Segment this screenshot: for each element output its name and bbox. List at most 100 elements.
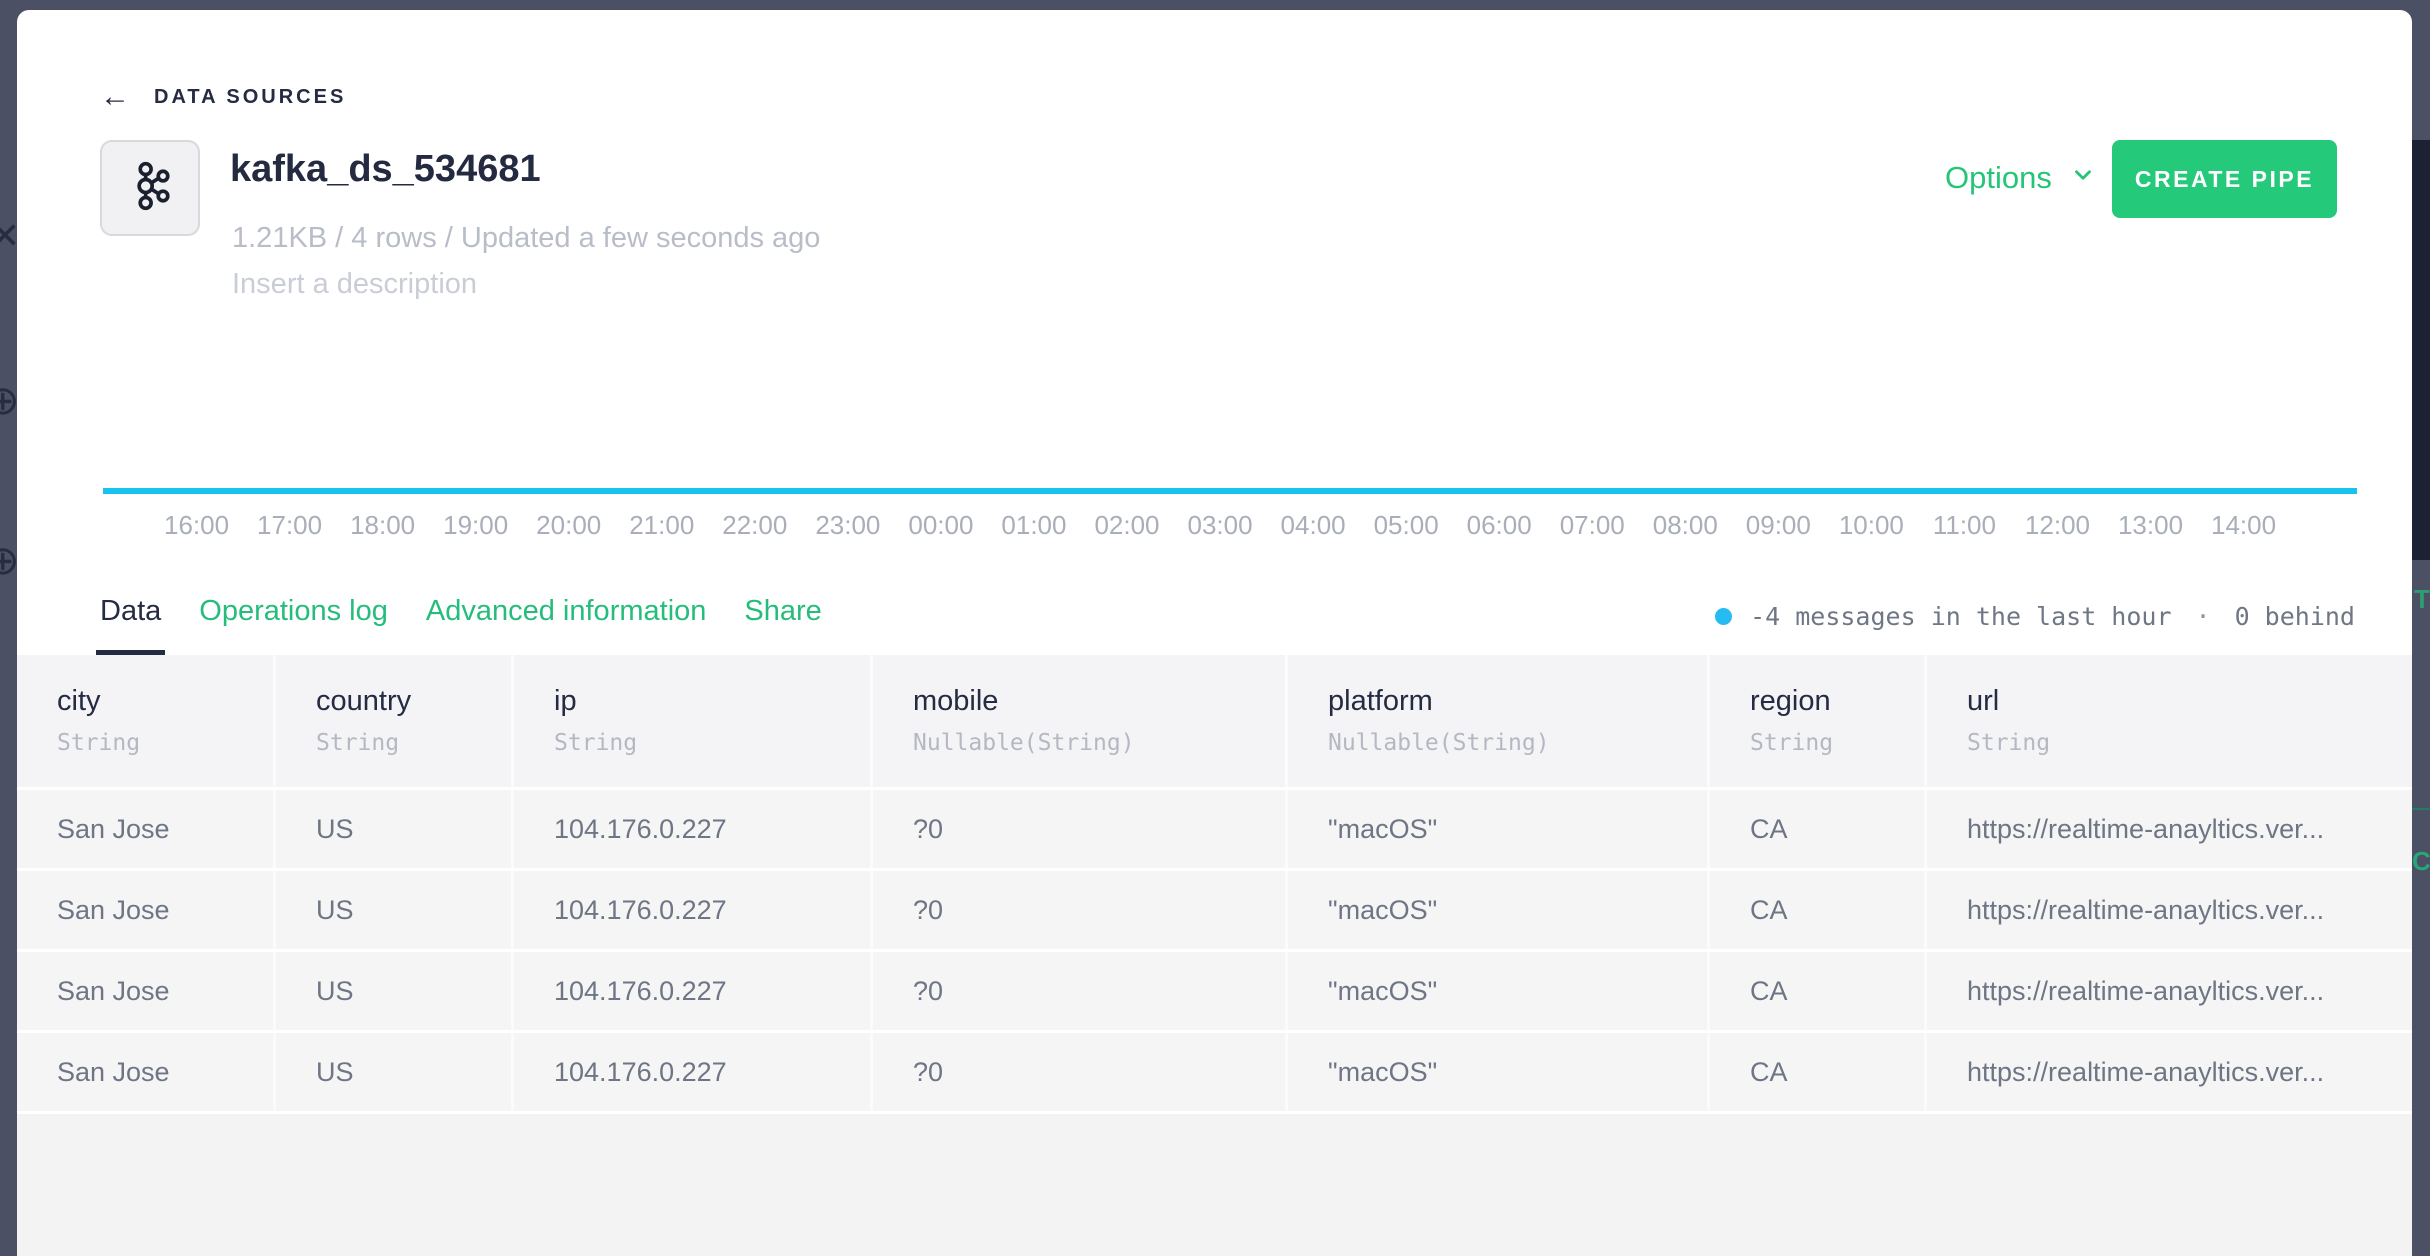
table-cell: "macOS" xyxy=(1285,790,1707,868)
table-cell: "macOS" xyxy=(1285,871,1707,949)
column-name: platform xyxy=(1328,685,1707,718)
datasource-icon-box xyxy=(100,140,200,236)
table-cell: https://realtime-anayltics.ver... xyxy=(1924,790,2412,868)
table-cell: San Jose xyxy=(17,1033,273,1111)
column-header-platform[interactable]: platform Nullable(String) xyxy=(1285,655,1707,787)
table-row: San JoseUS104.176.0.227?0"macOS"CAhttps:… xyxy=(17,952,2412,1030)
column-type: Nullable(String) xyxy=(913,730,1285,756)
column-header-city[interactable]: city String xyxy=(17,655,273,787)
axis-tick: 17:00 xyxy=(243,510,336,541)
axis-tick: 13:00 xyxy=(2104,510,2197,541)
column-header-region[interactable]: region String xyxy=(1707,655,1924,787)
tab-share[interactable]: Share xyxy=(744,595,821,648)
column-header-mobile[interactable]: mobile Nullable(String) xyxy=(870,655,1285,787)
column-type: String xyxy=(1750,730,1924,756)
page-title: kafka_ds_534681 xyxy=(230,148,541,191)
table-cell: https://realtime-anayltics.ver... xyxy=(1924,1033,2412,1111)
datasource-panel: ← DATA SOURCES kafka_ds_534681 1.21KB xyxy=(17,10,2412,1256)
table-cell: CA xyxy=(1707,952,1924,1030)
axis-tick: 21:00 xyxy=(615,510,708,541)
column-type: String xyxy=(57,730,273,756)
kafka-status: -4 messages in the last hour · 0 behind xyxy=(1715,602,2355,631)
column-name: region xyxy=(1750,685,1924,718)
axis-tick: 04:00 xyxy=(1267,510,1360,541)
axis-tick: 02:00 xyxy=(1080,510,1173,541)
table-cell: https://realtime-anayltics.ver... xyxy=(1924,952,2412,1030)
table-header-row: cityStringcountryStringipStringmobileNul… xyxy=(17,655,2412,787)
column-name: city xyxy=(57,685,273,718)
back-arrow-icon[interactable]: ← xyxy=(100,82,130,112)
axis-tick: 12:00 xyxy=(2011,510,2104,541)
table-cell: ?0 xyxy=(870,790,1285,868)
axis-tick: 08:00 xyxy=(1639,510,1732,541)
column-name: ip xyxy=(554,685,870,718)
table-cell: US xyxy=(273,952,511,1030)
axis-tick: 18:00 xyxy=(336,510,429,541)
column-type: Nullable(String) xyxy=(1328,730,1707,756)
table-cell: CA xyxy=(1707,1033,1924,1111)
screen: ✕ ⊕ ⊕ To CE ← DATA SOURCES xyxy=(0,0,2430,1256)
column-name: url xyxy=(1967,685,2412,718)
table-cell: San Jose xyxy=(17,871,273,949)
table-cell: US xyxy=(273,871,511,949)
table-cell: "macOS" xyxy=(1285,1033,1707,1111)
tab-operations-log[interactable]: Operations log xyxy=(199,595,388,648)
column-type: String xyxy=(1967,730,2412,756)
chevron-down-icon xyxy=(2070,160,2096,196)
axis-tick: 06:00 xyxy=(1453,510,1546,541)
options-label: Options xyxy=(1945,160,2052,196)
column-header-url[interactable]: url String xyxy=(1924,655,2412,787)
table-cell: San Jose xyxy=(17,790,273,868)
table-cell: CA xyxy=(1707,871,1924,949)
axis-tick: 14:00 xyxy=(2197,510,2290,541)
breadcrumb-label: DATA SOURCES xyxy=(154,86,346,109)
axis-tick: 11:00 xyxy=(1918,510,2011,541)
table-cell: San Jose xyxy=(17,952,273,1030)
background-fragment: To xyxy=(2414,584,2430,615)
table-row: San JoseUS104.176.0.227?0"macOS"CAhttps:… xyxy=(17,790,2412,868)
table-body: San JoseUS104.176.0.227?0"macOS"CAhttps:… xyxy=(17,790,2412,1111)
table-cell: US xyxy=(273,1033,511,1111)
background-band xyxy=(2412,140,2430,560)
table-filler xyxy=(17,1114,2412,1256)
table-cell: ?0 xyxy=(870,1033,1285,1111)
table-cell: https://realtime-anayltics.ver... xyxy=(1924,871,2412,949)
breadcrumb[interactable]: ← DATA SOURCES xyxy=(100,82,346,112)
axis-tick: 23:00 xyxy=(801,510,894,541)
table-cell: "macOS" xyxy=(1285,952,1707,1030)
column-header-ip[interactable]: ipString xyxy=(511,655,870,787)
timeline-baseline xyxy=(103,488,2357,494)
table-cell: 104.176.0.227 xyxy=(511,952,870,1030)
status-separator: · xyxy=(2196,602,2211,631)
background-fragment xyxy=(2412,808,2430,810)
tab-advanced-information[interactable]: Advanced information xyxy=(426,595,707,648)
status-dot-icon xyxy=(1715,608,1732,625)
axis-tick: 05:00 xyxy=(1360,510,1453,541)
column-name: country xyxy=(316,685,511,718)
axis-tick: 20:00 xyxy=(522,510,615,541)
kafka-icon xyxy=(124,160,176,217)
datasource-meta: 1.21KB / 4 rows / Updated a few seconds … xyxy=(232,222,820,255)
column-name: mobile xyxy=(913,685,1285,718)
table-row: San JoseUS104.176.0.227?0"macOS"CAhttps:… xyxy=(17,871,2412,949)
table-cell: US xyxy=(273,790,511,868)
axis-tick: 00:00 xyxy=(894,510,987,541)
table-cell: ?0 xyxy=(870,952,1285,1030)
axis-tick: 19:00 xyxy=(429,510,522,541)
tab-data[interactable]: Data xyxy=(100,595,161,648)
axis-tick: 01:00 xyxy=(987,510,1080,541)
axis-tick: 09:00 xyxy=(1732,510,1825,541)
background-fragment: CE xyxy=(2412,846,2430,877)
column-type: String xyxy=(316,730,511,756)
table-cell: CA xyxy=(1707,790,1924,868)
options-menu-button[interactable]: Options xyxy=(1945,160,2096,196)
tab-bar: Data Operations log Advanced information Sh… xyxy=(100,595,822,648)
axis-tick: 16:00 xyxy=(150,510,243,541)
column-header-country[interactable]: country String xyxy=(273,655,511,787)
description-placeholder[interactable]: Insert a description xyxy=(232,268,477,301)
axis-tick: 07:00 xyxy=(1546,510,1639,541)
create-pipe-button[interactable]: CREATE PIPE xyxy=(2112,140,2337,218)
axis-tick: 03:00 xyxy=(1174,510,1267,541)
status-behind: 0 behind xyxy=(2235,602,2355,631)
table-cell: 104.176.0.227 xyxy=(511,790,870,868)
